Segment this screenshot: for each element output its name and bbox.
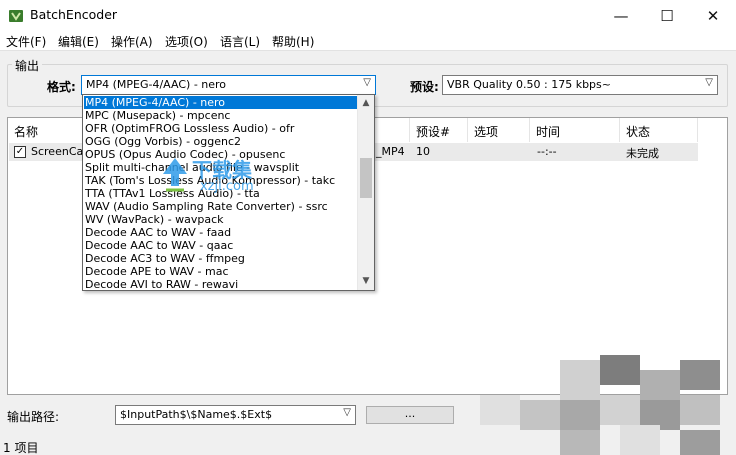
output-group-legend: 输出 <box>12 57 43 74</box>
dropdown-scrollbar[interactable]: ▲ ▼ <box>357 95 374 290</box>
chevron-down-icon: ▽ <box>343 407 351 418</box>
minimize-button[interactable]: — <box>598 0 644 31</box>
row-format: _MP4 <box>376 145 405 158</box>
watermark-subtext: xzji.com <box>200 179 254 194</box>
preset-label: 预设: <box>410 80 439 94</box>
output-path-value: $InputPath$\$Name$.$Ext$ <box>120 408 273 421</box>
menu-edit[interactable]: 编辑(E) <box>58 33 99 50</box>
column-header-preset[interactable]: 预设# <box>410 118 468 142</box>
dropdown-option[interactable]: WV (WavPack) - wavpack <box>84 213 357 226</box>
scroll-thumb[interactable] <box>360 158 372 198</box>
output-path-label: 输出路径: <box>7 410 60 424</box>
format-select-value: MP4 (MPEG-4/AAC) - nero <box>86 78 227 91</box>
dropdown-option[interactable]: Decode AAC to WAV - faad <box>84 226 357 239</box>
maximize-button[interactable]: ☐ <box>644 0 690 31</box>
watermark-icon <box>163 158 187 192</box>
menu-file[interactable]: 文件(F) <box>6 33 46 50</box>
row-status: 未完成 <box>626 147 659 160</box>
app-icon <box>9 10 23 22</box>
row-checkbox[interactable]: ✓ <box>14 146 26 158</box>
preset-select-value: VBR Quality 0.50 : 175 kbps~ <box>447 78 611 91</box>
chevron-down-icon: ▽ <box>363 77 371 88</box>
chevron-down-icon: ▽ <box>705 77 713 88</box>
close-button[interactable]: ✕ <box>690 0 736 31</box>
row-preset: 10 <box>416 145 430 158</box>
menu-action[interactable]: 操作(A) <box>111 33 153 50</box>
dropdown-option[interactable]: Decode AVI to RAW - rewavi <box>84 278 357 290</box>
menu-help[interactable]: 帮助(H) <box>272 33 314 50</box>
status-bar: 1 项目 <box>3 441 39 455</box>
window-title: BatchEncoder <box>30 7 118 22</box>
dropdown-option-selected[interactable]: MP4 (MPEG-4/AAC) - nero <box>84 96 357 109</box>
dropdown-option[interactable]: Decode AC3 to WAV - ffmpeg <box>84 252 357 265</box>
row-time: --:-- <box>537 145 557 158</box>
dropdown-option[interactable]: MPC (Musepack) - mpcenc <box>84 109 357 122</box>
title-bar: BatchEncoder — ☐ ✕ <box>0 0 736 31</box>
preset-select[interactable]: VBR Quality 0.50 : 175 kbps~ ▽ <box>442 75 718 95</box>
column-header-time[interactable]: 时间 <box>530 118 620 142</box>
scroll-down-icon[interactable]: ▼ <box>358 273 374 290</box>
column-header-status[interactable]: 状态 <box>620 118 698 142</box>
menu-language[interactable]: 语言(L) <box>220 33 260 50</box>
dropdown-option[interactable]: Decode APE to WAV - mac <box>84 265 357 278</box>
format-label: 格式: <box>47 80 76 94</box>
dropdown-option[interactable]: Decode AAC to WAV - qaac <box>84 239 357 252</box>
watermark-logo: 下载集 xzji.com <box>160 152 300 202</box>
column-header-options[interactable]: 选项 <box>468 118 530 142</box>
browse-button[interactable]: ... <box>366 406 454 424</box>
output-path-combo[interactable]: $InputPath$\$Name$.$Ext$ ▽ <box>115 405 356 425</box>
menu-bar: 文件(F) 编辑(E) 操作(A) 选项(O) 语言(L) 帮助(H) <box>0 31 736 51</box>
scroll-up-icon[interactable]: ▲ <box>358 95 374 112</box>
menu-options[interactable]: 选项(O) <box>165 33 208 50</box>
dropdown-option[interactable]: OGG (Ogg Vorbis) - oggenc2 <box>84 135 357 148</box>
format-select[interactable]: MP4 (MPEG-4/AAC) - nero ▽ <box>81 75 376 95</box>
dropdown-option[interactable]: OFR (OptimFROG Lossless Audio) - ofr <box>84 122 357 135</box>
